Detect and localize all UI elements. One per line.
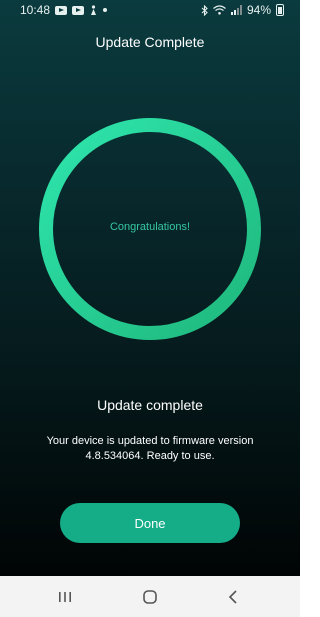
signal-icon <box>230 5 242 15</box>
recent-apps-icon <box>59 591 71 602</box>
youtube-icon <box>55 5 68 15</box>
home-icon <box>143 589 157 604</box>
status-right: 94% <box>201 3 284 17</box>
home-button[interactable] <box>120 576 180 617</box>
status-time: 10:48 <box>20 3 51 17</box>
page-title: Update Complete <box>95 34 205 50</box>
youtube-icon <box>72 5 85 15</box>
screen: 10:48 94% Update Complete Congratulation… <box>0 0 300 617</box>
firmware-message: Your device is updated to firmware versi… <box>46 435 254 462</box>
battery-level: 94% <box>246 3 271 17</box>
battery-icon <box>276 4 284 16</box>
bluetooth-icon <box>201 4 208 16</box>
navigation-bar <box>0 576 300 617</box>
wifi-icon <box>213 5 226 15</box>
status-left: 10:48 <box>20 3 108 17</box>
recent-apps-button[interactable] <box>35 576 95 617</box>
status-bar: 10:48 94% <box>0 0 300 22</box>
done-button-label: Done <box>134 515 166 531</box>
back-icon <box>228 589 237 604</box>
congratulations-label: Congratulations! <box>109 221 191 233</box>
dot-icon <box>103 8 108 12</box>
progress-ring: Congratulations! <box>37 116 263 342</box>
done-button[interactable]: Done <box>60 503 240 543</box>
back-button[interactable] <box>203 576 263 617</box>
notification-icon <box>91 4 97 15</box>
update-complete-heading: Update complete <box>97 397 203 413</box>
